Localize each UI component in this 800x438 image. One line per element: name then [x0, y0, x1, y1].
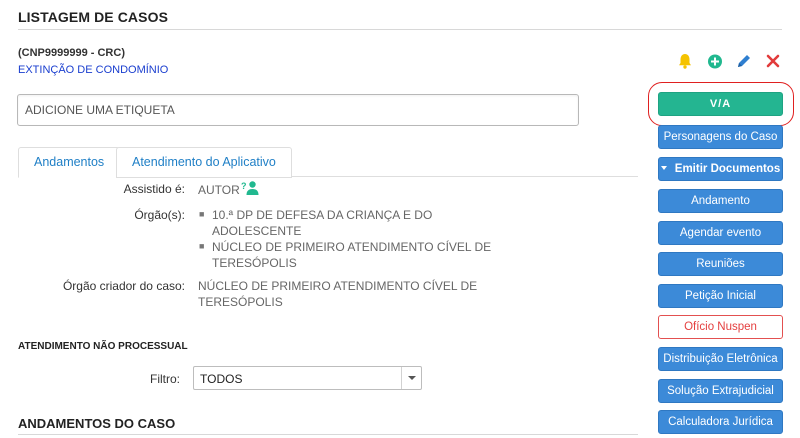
agendar-evento-button[interactable]: Agendar evento: [658, 221, 783, 245]
tag-input[interactable]: [17, 94, 579, 126]
solucao-extrajudicial-button[interactable]: Solução Extrajudicial: [658, 379, 783, 403]
pencil-icon[interactable]: [735, 52, 753, 70]
tab-atendimento-aplicativo[interactable]: Atendimento do Aplicativo: [116, 147, 292, 178]
orgao-item-1-line1: 10.ª DP DE DEFESA DA CRIANÇA E DO: [212, 208, 433, 222]
case-code: (CNP9999999 - CRC): [18, 47, 125, 59]
filter-selected-value: TODOS: [200, 372, 243, 386]
filter-label: Filtro:: [150, 372, 180, 386]
assistido-label: Assistido é:: [123, 182, 185, 196]
person-question-icon: ?: [241, 180, 259, 196]
orgao-item-2-line1: NÚCLEO DE PRIMEIRO ATENDIMENTO CÍVEL DE: [212, 240, 492, 254]
orgaos-label: Órgão(s):: [134, 208, 185, 222]
case-type-link[interactable]: EXTINÇÃO DE CONDOMÍNIO: [18, 64, 168, 76]
emitir-documentos-label: Emitir Documentos: [674, 163, 781, 175]
orgao-criador-label: Órgão criador do caso:: [62, 279, 185, 293]
orgao-criador-line1: NÚCLEO DE PRIMEIRO ATENDIMENTO CÍVEL DE: [198, 279, 478, 293]
chevron-down-icon[interactable]: [401, 367, 421, 389]
calculadora-juridica-button[interactable]: Calculadora Jurídica: [658, 410, 783, 434]
case-tabs: Andamentos Atendimento do Aplicativo: [18, 147, 638, 178]
orgao-criador-line2: TERESÓPOLIS: [198, 295, 283, 309]
personagens-do-caso-button[interactable]: Personagens do Caso: [658, 125, 783, 149]
page-title: LISTAGEM DE CASOS: [18, 9, 169, 25]
oficio-nuspen-button[interactable]: Ofício Nuspen: [658, 315, 783, 339]
orgao-bullet: ■: [199, 241, 205, 251]
orgao-item-2-line2: TERESÓPOLIS: [212, 256, 297, 270]
orgao-bullet: ■: [199, 209, 205, 219]
andamentos-do-caso-title: ANDAMENTOS DO CASO: [18, 416, 176, 431]
highlight-annotation: [648, 82, 794, 126]
orgao-item-1-line2: ADOLESCENTE: [212, 224, 302, 238]
reunioes-button[interactable]: Reuniões: [658, 252, 783, 276]
case-action-icons: [676, 52, 784, 72]
emitir-documentos-button[interactable]: Emitir Documentos: [658, 157, 783, 181]
caret-down-icon: [660, 165, 667, 170]
assistido-value: AUTOR: [198, 183, 240, 197]
filter-select[interactable]: TODOS: [193, 366, 422, 390]
tab-andamentos[interactable]: Andamentos: [18, 147, 121, 178]
bell-icon[interactable]: [676, 52, 694, 70]
section-divider: [18, 434, 638, 435]
title-divider: [18, 29, 782, 30]
distribuicao-eletronica-button[interactable]: Distribuição Eletrônica: [658, 347, 783, 371]
add-circle-icon[interactable]: [706, 52, 724, 70]
close-icon[interactable]: [764, 52, 782, 70]
andamento-button[interactable]: Andamento: [658, 189, 783, 213]
peticao-inicial-button[interactable]: Petição Inicial: [658, 284, 783, 308]
atendimento-nao-processual-title: ATENDIMENTO NÃO PROCESSUAL: [18, 341, 188, 352]
svg-text:?: ?: [241, 181, 247, 191]
